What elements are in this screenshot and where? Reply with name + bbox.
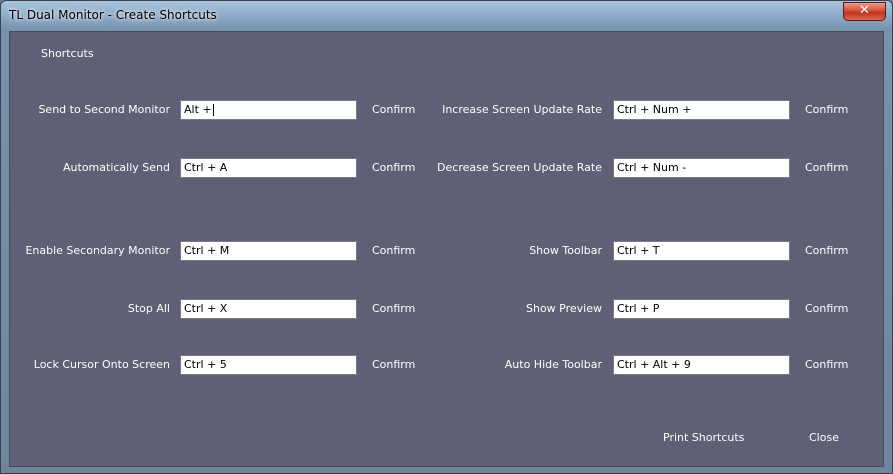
automatically-send-input[interactable]: Ctrl + A [180, 158, 357, 178]
show-toolbar-confirm-button[interactable]: Confirm [805, 244, 848, 257]
auto-hide-toolbar-confirm-button[interactable]: Confirm [805, 358, 848, 371]
lock-cursor-confirm-button[interactable]: Confirm [372, 358, 415, 371]
show-preview-confirm-button[interactable]: Confirm [805, 302, 848, 315]
automatically-send-confirm-button[interactable]: Confirm [372, 161, 415, 174]
enable-secondary-monitor-label: Enable Secondary Monitor [25, 244, 170, 257]
enable-secondary-monitor-confirm-button[interactable]: Confirm [372, 244, 415, 257]
section-title: Shortcuts [41, 47, 94, 60]
lock-cursor-input[interactable]: Ctrl + 5 [180, 355, 357, 375]
show-preview-input[interactable]: Ctrl + P [613, 299, 790, 319]
automatically-send-label: Automatically Send [63, 161, 170, 174]
send-to-second-monitor-confirm-button[interactable]: Confirm [372, 103, 415, 116]
stop-all-confirm-button[interactable]: Confirm [372, 302, 415, 315]
text-caret [212, 104, 214, 116]
show-toolbar-label: Show Toolbar [529, 244, 602, 257]
decrease-update-rate-label: Decrease Screen Update Rate [437, 161, 602, 174]
increase-update-rate-label: Increase Screen Update Rate [442, 103, 602, 116]
print-shortcuts-button[interactable]: Print Shortcuts [663, 431, 744, 444]
stop-all-label: Stop All [127, 302, 170, 315]
lock-cursor-label: Lock Cursor Onto Screen [33, 358, 170, 371]
close-window-button[interactable]: ✕ [843, 2, 886, 21]
show-toolbar-input[interactable]: Ctrl + T [613, 241, 790, 261]
show-preview-label: Show Preview [526, 302, 602, 315]
increase-update-rate-confirm-button[interactable]: Confirm [805, 103, 848, 116]
decrease-update-rate-confirm-button[interactable]: Confirm [805, 161, 848, 174]
window-title: TL Dual Monitor - Create Shortcuts [9, 8, 217, 22]
dialog-window: TL Dual Monitor - Create Shortcuts ✕ Sho… [0, 0, 893, 474]
auto-hide-toolbar-label: Auto Hide Toolbar [504, 358, 602, 371]
shortcuts-panel: Shortcuts Send to Second Monitor Alt + C… [9, 31, 884, 467]
enable-secondary-monitor-input[interactable]: Ctrl + M [180, 241, 357, 261]
close-button[interactable]: Close [809, 431, 839, 444]
increase-update-rate-input[interactable]: Ctrl + Num + [613, 100, 790, 120]
title-bar[interactable]: TL Dual Monitor - Create Shortcuts ✕ [1, 1, 892, 31]
close-icon: ✕ [859, 3, 870, 18]
send-to-second-monitor-input[interactable]: Alt + [180, 100, 357, 120]
send-to-second-monitor-label: Send to Second Monitor [38, 103, 170, 116]
auto-hide-toolbar-input[interactable]: Ctrl + Alt + 9 [613, 355, 790, 375]
decrease-update-rate-input[interactable]: Ctrl + Num - [613, 158, 790, 178]
stop-all-input[interactable]: Ctrl + X [180, 299, 357, 319]
